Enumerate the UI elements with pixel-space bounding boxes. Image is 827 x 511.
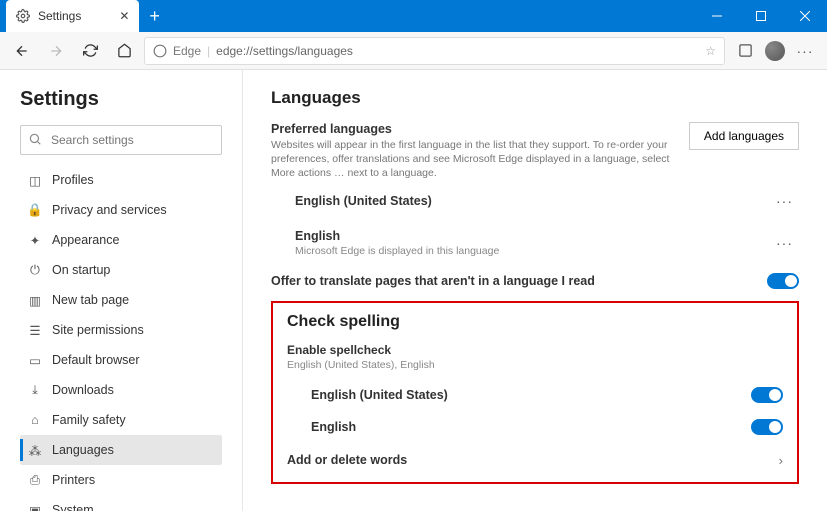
sidebar-item-label: System <box>52 503 94 511</box>
sidebar-item-languages[interactable]: ⁂ Languages <box>20 435 222 465</box>
language-row: English Microsoft Edge is displayed in th… <box>271 221 799 265</box>
settings-title: Settings <box>20 88 222 111</box>
minimize-button[interactable] <box>695 0 739 32</box>
sidebar-item-label: Languages <box>52 443 114 457</box>
spellcheck-language-toggle[interactable] <box>751 387 783 403</box>
tab-title: Settings <box>38 9 81 23</box>
sidebar-item-profiles[interactable]: ◫ Profiles <box>20 165 222 195</box>
language-note: Microsoft Edge is displayed in this lang… <box>295 245 499 257</box>
nav-icon: ✦ <box>28 233 42 248</box>
edge-icon <box>153 44 167 58</box>
spellcheck-language-row: English <box>287 411 783 443</box>
nav-icon: ◫ <box>28 173 42 188</box>
sidebar-item-label: Profiles <box>52 173 94 187</box>
sidebar-item-label: New tab page <box>52 293 129 307</box>
new-tab-button[interactable]: + <box>149 6 160 27</box>
sidebar-item-label: Privacy and services <box>52 203 167 217</box>
sidebar-item-default-browser[interactable]: ▭ Default browser <box>20 345 222 375</box>
add-delete-words-row[interactable]: Add or delete words › <box>287 443 783 472</box>
search-settings-field <box>20 125 222 155</box>
nav-icon: ☰ <box>28 323 42 338</box>
language-name: English (United States) <box>295 194 432 208</box>
preferred-languages-title: Preferred languages <box>271 122 677 136</box>
nav-icon: ⁂ <box>28 443 42 458</box>
sidebar-item-downloads[interactable]: ⤓ Downloads <box>20 375 222 405</box>
language-name: English <box>295 229 499 243</box>
back-button[interactable] <box>8 37 36 65</box>
sidebar-item-label: Downloads <box>52 383 114 397</box>
gear-icon <box>16 9 30 23</box>
browser-toolbar: Edge | edge://settings/languages ☆ ··· <box>0 32 827 70</box>
sidebar-item-system[interactable]: ▣ System <box>20 495 222 511</box>
home-button[interactable] <box>110 37 138 65</box>
nav-icon: ▣ <box>28 503 42 511</box>
preferred-languages-desc: Websites will appear in the first langua… <box>271 138 677 181</box>
spellcheck-language-name: English <box>311 420 356 434</box>
nav-icon: 🔒 <box>28 203 42 218</box>
titlebar: Settings ✕ + <box>0 0 827 32</box>
extensions-button[interactable] <box>731 37 759 65</box>
translate-toggle[interactable] <box>767 273 799 289</box>
language-more-button[interactable]: ··· <box>770 189 799 213</box>
sidebar-item-appearance[interactable]: ✦ Appearance <box>20 225 222 255</box>
spellcheck-language-row: English (United States) <box>287 379 783 411</box>
address-brand: Edge <box>173 44 201 58</box>
spellcheck-language-toggle[interactable] <box>751 419 783 435</box>
check-spelling-heading: Check spelling <box>287 313 783 331</box>
sidebar-item-on-startup[interactable]: ⏻ On startup <box>20 255 222 285</box>
refresh-button[interactable] <box>76 37 104 65</box>
sidebar-item-label: On startup <box>52 263 110 277</box>
maximize-button[interactable] <box>739 0 783 32</box>
sidebar-item-site-permissions[interactable]: ☰ Site permissions <box>20 315 222 345</box>
search-input[interactable] <box>20 125 222 155</box>
menu-button[interactable]: ··· <box>791 37 819 65</box>
nav-icon: ⌂ <box>28 413 42 427</box>
language-row: English (United States) ··· <box>271 181 799 221</box>
nav-icon: ▥ <box>28 293 42 308</box>
close-window-button[interactable] <box>783 0 827 32</box>
address-url: edge://settings/languages <box>216 44 353 58</box>
nav-icon: ⤓ <box>28 383 42 398</box>
enable-spellcheck-label: Enable spellcheck <box>287 343 783 357</box>
nav-icon: ⎙ <box>28 473 42 488</box>
address-bar[interactable]: Edge | edge://settings/languages ☆ <box>144 37 725 65</box>
sidebar-item-privacy-and-services[interactable]: 🔒 Privacy and services <box>20 195 222 225</box>
add-delete-words-label: Add or delete words <box>287 453 407 467</box>
sidebar-item-label: Appearance <box>52 233 119 247</box>
sidebar-item-family-safety[interactable]: ⌂ Family safety <box>20 405 222 435</box>
page-heading: Languages <box>271 88 799 108</box>
sidebar-item-label: Site permissions <box>52 323 144 337</box>
settings-main: Languages Preferred languages Websites w… <box>243 70 827 511</box>
profile-avatar[interactable] <box>765 41 785 61</box>
enable-spellcheck-note: English (United States), English <box>287 359 783 371</box>
spellcheck-language-name: English (United States) <box>311 388 448 402</box>
add-languages-button[interactable]: Add languages <box>689 122 799 150</box>
sidebar-item-printers[interactable]: ⎙ Printers <box>20 465 222 495</box>
sidebar-item-label: Printers <box>52 473 95 487</box>
favorite-icon[interactable]: ☆ <box>705 44 716 58</box>
language-more-button[interactable]: ··· <box>770 231 799 255</box>
settings-nav: ◫ Profiles 🔒 Privacy and services ✦ Appearanc… <box>20 165 222 511</box>
sidebar-item-label: Family safety <box>52 413 126 427</box>
nav-icon: ⏻ <box>28 263 42 278</box>
browser-tab[interactable]: Settings ✕ <box>6 0 139 32</box>
chevron-right-icon: › <box>779 453 783 468</box>
forward-button[interactable] <box>42 37 70 65</box>
sidebar-item-label: Default browser <box>52 353 140 367</box>
settings-sidebar: Settings ◫ Profiles 🔒 Privacy and services ✦… <box>0 70 243 511</box>
window-controls <box>695 0 827 32</box>
translate-toggle-label: Offer to translate pages that aren't in … <box>271 274 595 288</box>
tab-close-button[interactable]: ✕ <box>119 9 129 23</box>
nav-icon: ▭ <box>28 353 42 368</box>
search-icon <box>28 132 42 146</box>
sidebar-item-new-tab-page[interactable]: ▥ New tab page <box>20 285 222 315</box>
check-spelling-section: Check spelling Enable spellcheck English… <box>271 301 799 484</box>
